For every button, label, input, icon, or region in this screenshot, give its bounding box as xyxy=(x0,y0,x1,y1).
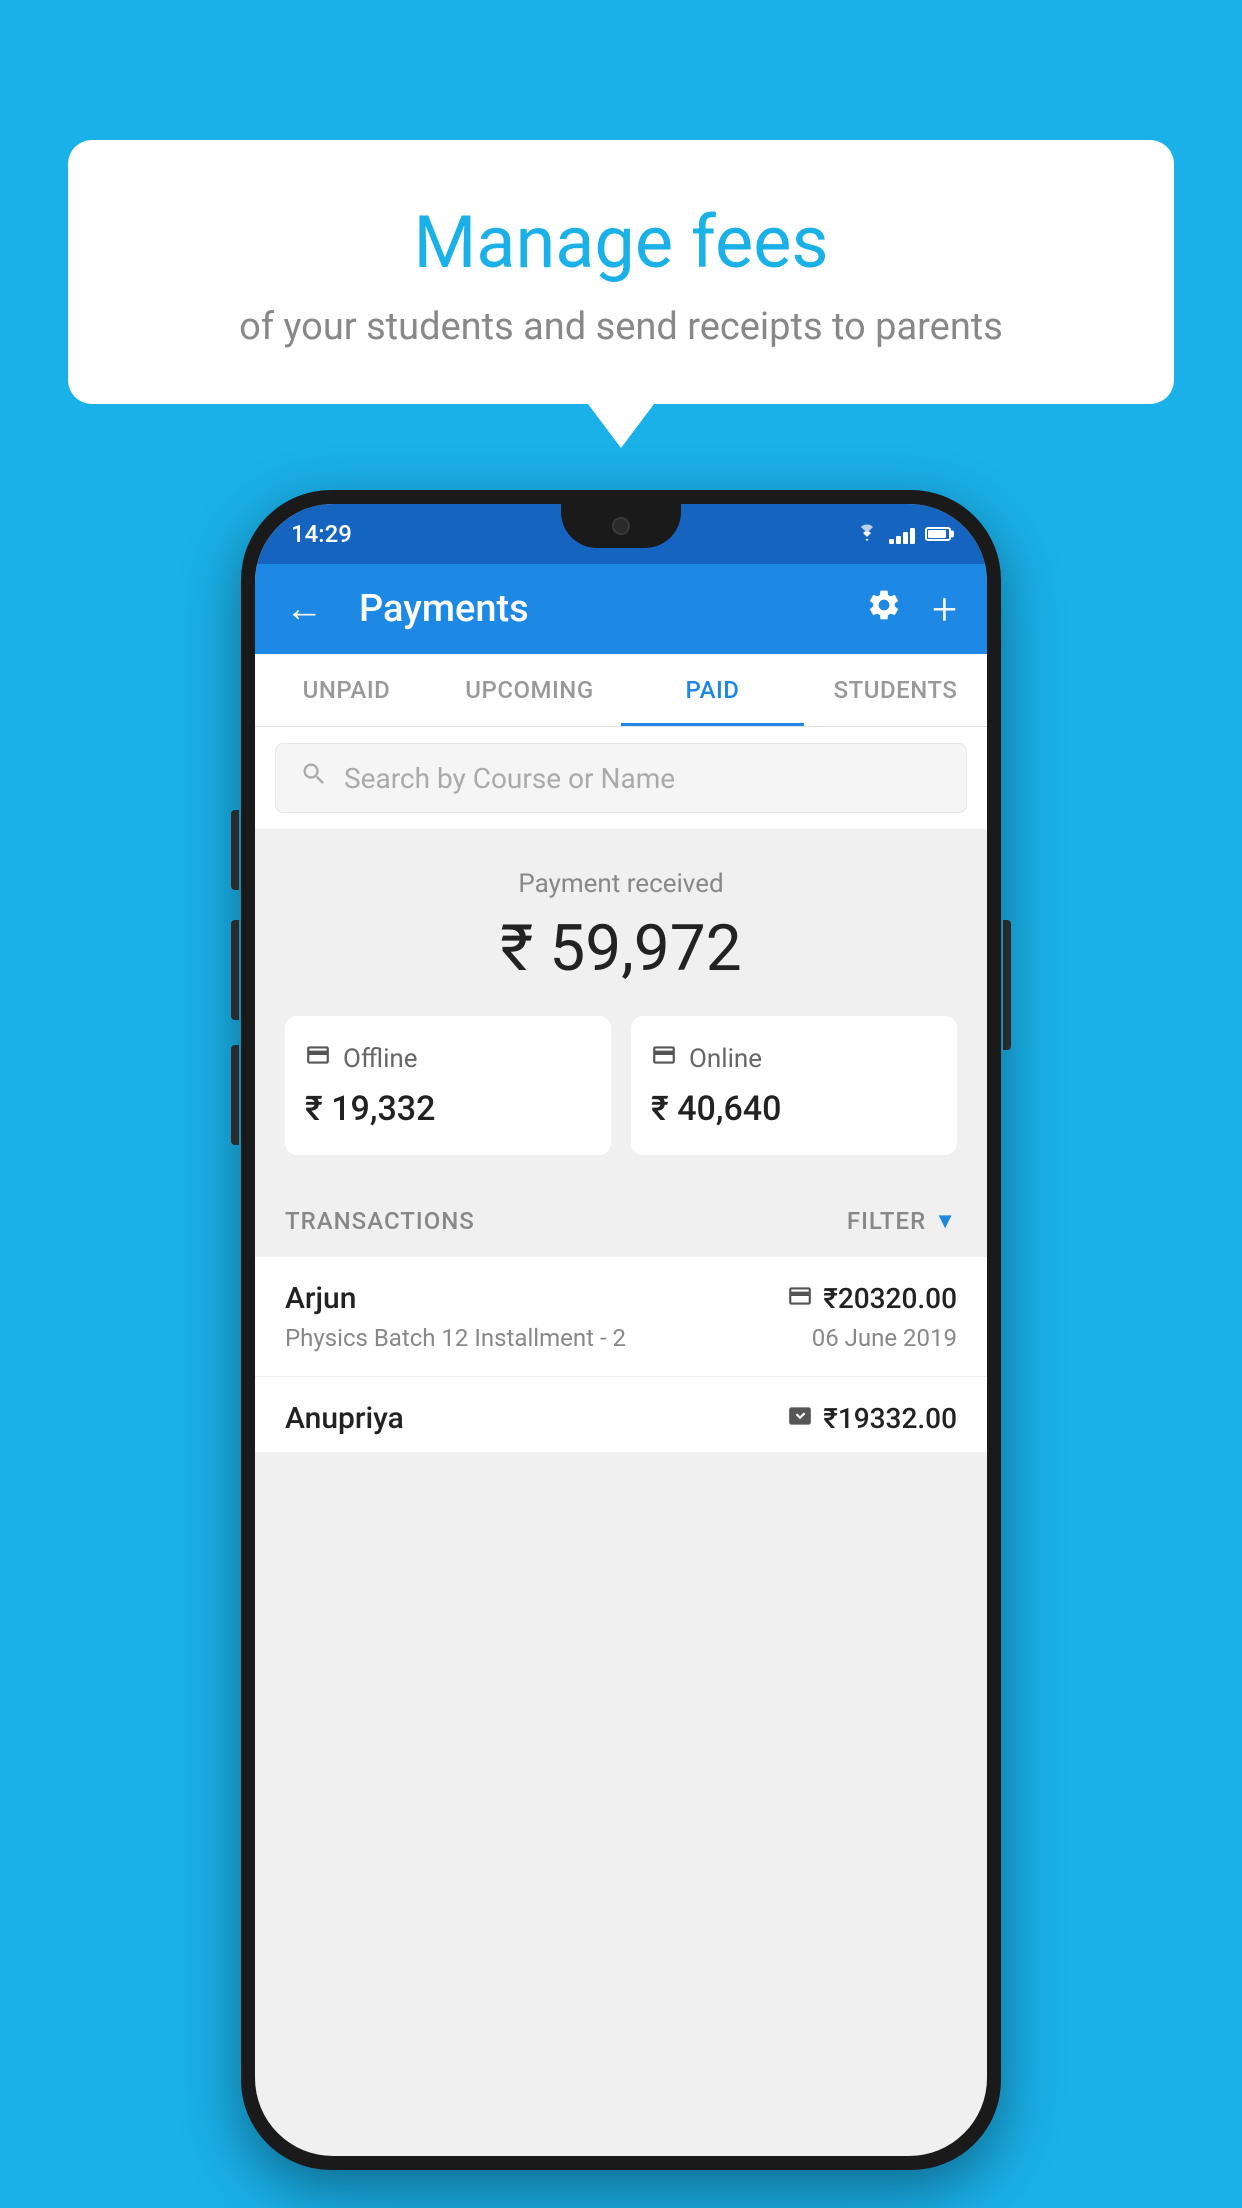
front-camera xyxy=(612,517,630,535)
online-icon xyxy=(651,1042,677,1075)
phone-screen: 14:29 xyxy=(255,504,987,2156)
tab-upcoming[interactable]: UPCOMING xyxy=(438,654,621,726)
speech-bubble-subtitle: of your students and send receipts to pa… xyxy=(118,305,1124,349)
phone-notch xyxy=(561,504,681,548)
transaction-list: Arjun ₹20320.00 Physics Batch 12 Install… xyxy=(255,1257,987,1452)
online-card-header: Online xyxy=(651,1042,937,1075)
transaction-amount: ₹19332.00 xyxy=(823,1402,957,1435)
search-icon xyxy=(300,760,328,796)
transactions-label: TRANSACTIONS xyxy=(285,1207,475,1235)
status-time: 14:29 xyxy=(291,520,352,548)
offline-card: Offline ₹ 19,332 xyxy=(285,1016,611,1155)
app-bar-actions: + xyxy=(866,583,957,635)
transaction-course: Physics Batch 12 Installment - 2 xyxy=(285,1324,626,1352)
filter-label: FILTER xyxy=(847,1207,926,1235)
app-title: Payments xyxy=(359,587,846,631)
speech-bubble-container: Manage fees of your students and send re… xyxy=(68,140,1174,404)
offline-card-header: Offline xyxy=(305,1042,591,1075)
status-icons xyxy=(855,522,951,547)
battery-icon xyxy=(925,527,951,541)
transaction-amount: ₹20320.00 xyxy=(823,1282,957,1315)
vol-down-button xyxy=(231,1045,239,1145)
filter-icon: ▼ xyxy=(934,1208,957,1234)
online-payment-icon xyxy=(787,1283,813,1315)
phone-frame: 14:29 xyxy=(241,490,1001,2170)
online-card: Online ₹ 40,640 xyxy=(631,1016,957,1155)
back-button[interactable]: ← xyxy=(285,587,323,631)
battery-fill xyxy=(928,530,946,538)
search-placeholder: Search by Course or Name xyxy=(344,762,675,795)
transaction-amount-container: ₹19332.00 xyxy=(787,1402,957,1435)
search-container: Search by Course or Name xyxy=(255,727,987,829)
tab-paid[interactable]: PAID xyxy=(621,654,804,726)
payment-total-amount: ₹ 59,972 xyxy=(285,911,957,986)
offline-amount: ₹ 19,332 xyxy=(305,1089,591,1129)
online-label: Online xyxy=(689,1044,762,1074)
settings-button[interactable] xyxy=(866,587,902,632)
payment-received-label: Payment received xyxy=(285,869,957,899)
transaction-top-partial: Anupriya ₹19332.00 xyxy=(285,1401,957,1436)
app-bar: ← Payments + xyxy=(255,564,987,654)
transaction-name: Arjun xyxy=(285,1281,356,1316)
transaction-name: Anupriya xyxy=(285,1401,404,1436)
offline-payment-icon xyxy=(787,1403,813,1435)
transaction-date: 06 June 2019 xyxy=(812,1324,957,1352)
table-row[interactable]: Arjun ₹20320.00 Physics Batch 12 Install… xyxy=(255,1257,987,1377)
transaction-amount-container: ₹20320.00 xyxy=(787,1282,957,1315)
speech-bubble-title: Manage fees xyxy=(118,200,1124,285)
power-button xyxy=(1003,920,1011,1050)
vol-up-button xyxy=(231,920,239,1020)
payment-cards: Offline ₹ 19,332 Online ₹ 40,640 xyxy=(285,1016,957,1155)
search-bar[interactable]: Search by Course or Name xyxy=(275,743,967,813)
table-row[interactable]: Anupriya ₹19332.00 xyxy=(255,1377,987,1452)
transaction-bottom: Physics Batch 12 Installment - 2 06 June… xyxy=(285,1324,957,1352)
transaction-top: Arjun ₹20320.00 xyxy=(285,1281,957,1316)
speech-bubble: Manage fees of your students and send re… xyxy=(68,140,1174,404)
online-amount: ₹ 40,640 xyxy=(651,1089,937,1129)
tab-unpaid[interactable]: UNPAID xyxy=(255,654,438,726)
transactions-header: TRANSACTIONS FILTER ▼ xyxy=(255,1185,987,1257)
tab-students[interactable]: STUDENTS xyxy=(804,654,987,726)
filter-button[interactable]: FILTER ▼ xyxy=(847,1207,957,1235)
offline-icon xyxy=(305,1042,331,1075)
signal-icon xyxy=(889,524,915,544)
wifi-icon xyxy=(855,522,879,547)
tabs: UNPAID UPCOMING PAID STUDENTS xyxy=(255,654,987,727)
payment-summary: Payment received ₹ 59,972 Offline ₹ 19,3… xyxy=(255,829,987,1185)
add-button[interactable]: + xyxy=(932,583,957,635)
offline-label: Offline xyxy=(343,1044,418,1074)
